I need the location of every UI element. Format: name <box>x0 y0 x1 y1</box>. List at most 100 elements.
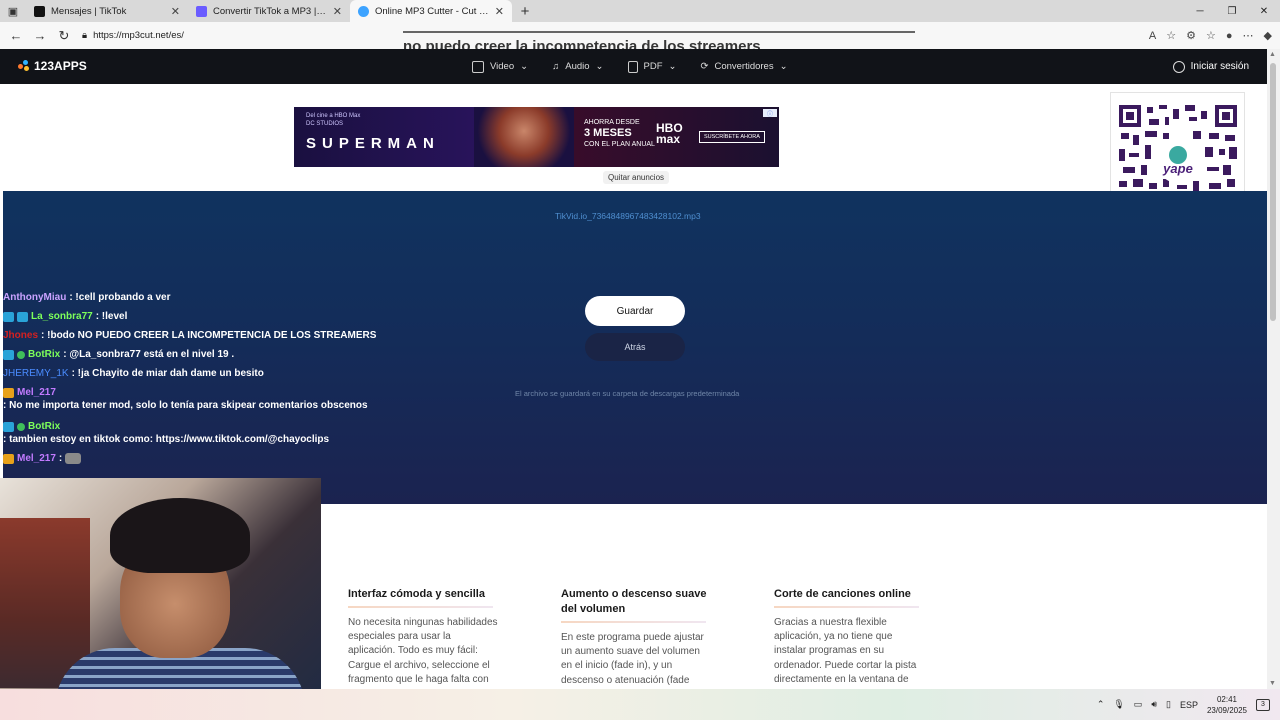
ad-cta-button[interactable]: SUSCRÍBETE AHORA <box>699 131 765 143</box>
back-button[interactable]: Atrás <box>585 333 685 361</box>
restore-icon[interactable]: ❐ <box>1216 0 1248 22</box>
badge-icon <box>3 349 14 360</box>
page-scrollbar[interactable]: ▲ ▼ <box>1267 49 1280 689</box>
browser-toolbar: A ☆ ⚙ ☆ ● ⋯ ◆ <box>1149 22 1272 49</box>
notification-icon[interactable]: 3 <box>1256 698 1270 711</box>
feature-title: Interfaz cómoda y sencilla <box>348 588 485 600</box>
webcam-person-hair <box>110 498 250 573</box>
scrollbar-thumb[interactable] <box>1270 63 1276 321</box>
language-indicator[interactable]: ESP <box>1180 700 1198 710</box>
volume-icon[interactable]: 🔊︎ <box>1151 699 1157 710</box>
save-button[interactable]: Guardar <box>585 296 685 326</box>
ad-area: Del cine a HBO Max DC STUDIOS SUPERMAN A… <box>0 84 1267 191</box>
chat-username: JHEREMY_1K <box>3 368 69 379</box>
back-icon[interactable]: ← <box>4 24 28 48</box>
chat-message: BotRix : tambien estoy en tiktok como: h… <box>3 420 388 446</box>
chat-message: BotRix : @La_sonbra77 está en el nivel 1… <box>3 348 388 361</box>
profile-avatar-icon[interactable]: ● <box>1226 30 1233 42</box>
feature-divider <box>348 606 493 608</box>
chat-text: : !ja Chayito de miar dah dame un besito <box>71 368 264 379</box>
microphone-icon[interactable]: 🎙︎ <box>1113 699 1124 710</box>
battery-icon[interactable]: ▯ <box>1166 699 1171 710</box>
url-field[interactable]: 🔒︎ https://mp3cut.net/es/ <box>82 26 184 46</box>
feature-card: Corte de canciones online Gracias a nues… <box>774 587 924 687</box>
badge-icon <box>3 311 14 322</box>
nav-item-pdf[interactable]: PDF ⌄ <box>627 60 676 73</box>
chevron-down-icon: ⌄ <box>595 61 604 72</box>
nav-item-converters[interactable]: ⟳ Convertidores ⌄ <box>700 61 787 72</box>
extensions-icon[interactable]: ⚙ <box>1186 29 1196 42</box>
close-tab-icon[interactable]: ✕ <box>495 5 504 18</box>
nav-item-audio[interactable]: ♫ Audio ⌄ <box>552 61 603 72</box>
feature-title: Corte de canciones online <box>774 588 911 600</box>
feature-card: Interfaz cómoda y sencilla No necesita n… <box>348 587 498 687</box>
chat-text: : !level <box>95 311 128 322</box>
ad-info-icon[interactable]: ⓘ <box>763 109 777 118</box>
close-tab-icon[interactable]: ✕ <box>333 5 342 18</box>
stream-chat: AnthonyMiau : !cell probando a ver La_so… <box>3 291 388 471</box>
lock-icon: 🔒︎ <box>82 30 88 41</box>
system-tray: ⌃ 🎙︎ ▭ 🔊︎ ▯ ESP 02:41 23/09/2025 3 <box>1097 689 1270 720</box>
badge-icon <box>3 421 14 432</box>
tab-actions-icon[interactable]: ▣ <box>0 0 26 22</box>
ad-offer-line2: CON EL PLAN ANUAL <box>584 140 655 148</box>
scroll-up-icon[interactable]: ▲ <box>1269 51 1276 58</box>
favorite-star-icon[interactable]: ☆ <box>1166 29 1176 42</box>
close-window-icon[interactable]: ✕ <box>1248 0 1280 22</box>
chat-text: : tambien estoy en tiktok como: https://… <box>3 434 330 445</box>
chat-username: La_sonbra77 <box>31 311 93 322</box>
remove-ads-link[interactable]: Quitar anuncios <box>603 171 670 184</box>
crown-badge-icon <box>3 453 14 464</box>
chat-username: BotRix <box>28 349 61 360</box>
download-favicon-icon <box>196 5 207 17</box>
scroll-down-icon[interactable]: ▼ <box>1269 680 1276 687</box>
feature-text: Gracias a nuestra flexible aplicación, y… <box>774 617 917 685</box>
chat-message: Mel_217 : No me importa tener mod, solo … <box>3 386 388 412</box>
close-tab-icon[interactable]: ✕ <box>171 5 180 18</box>
emote-icon <box>65 453 82 464</box>
copilot-icon[interactable]: ◆ <box>1264 29 1272 42</box>
advertisement-banner[interactable]: Del cine a HBO Max DC STUDIOS SUPERMAN A… <box>294 107 779 167</box>
main-nav: Video ⌄ ♫ Audio ⌄ PDF ⌄ ⟳ Convertidores … <box>472 49 788 84</box>
nav-label: Audio <box>565 61 590 72</box>
minimize-icon[interactable]: ─ <box>1184 0 1216 22</box>
browser-tab-converter[interactable]: Convertir TikTok a MP3 | Descarg ✕ <box>188 0 350 22</box>
stream-progress-bar <box>403 31 915 33</box>
read-aloud-icon[interactable]: A <box>1149 30 1156 42</box>
site-logo[interactable]: 123APPS <box>18 59 87 73</box>
collections-icon[interactable]: ☆ <box>1206 29 1216 42</box>
logo-text: 123APPS <box>34 59 87 73</box>
feature-divider <box>561 621 706 623</box>
ad-top-text: Del cine a HBO Max <box>306 113 361 119</box>
clock-time: 02:41 <box>1216 694 1237 704</box>
refresh-icon[interactable]: ↻ <box>52 24 76 48</box>
browser-tab-mp3cut[interactable]: Online MP3 Cutter - Cut Songs, M ✕ <box>350 0 512 22</box>
nav-label: Video <box>490 61 515 72</box>
new-tab-button[interactable]: + <box>512 0 538 22</box>
login-button[interactable]: Iniciar sesión <box>1172 49 1249 84</box>
feature-text: En este programa puede ajustar un aument… <box>561 632 704 686</box>
chevron-up-icon[interactable]: ⌃ <box>1097 699 1105 710</box>
chat-username: Mel_217 <box>17 453 56 464</box>
chat-message: La_sonbra77 : !level <box>3 310 388 323</box>
verified-badge-icon <box>17 350 25 359</box>
ad-offer-line1: AHORRA DESDE <box>584 119 640 126</box>
chat-username: AnthonyMiau <box>3 292 67 303</box>
clock[interactable]: 02:41 23/09/2025 <box>1207 694 1247 716</box>
ad-offer: AHORRA DESDE 3 MESES CON EL PLAN ANUAL <box>584 119 655 149</box>
chat-message: AnthonyMiau : !cell probando a ver <box>3 291 388 304</box>
chat-text: : !bodo NO PUEDO CREER LA INCOMPETENCIA … <box>41 330 377 341</box>
network-icon[interactable]: ▭ <box>1134 699 1143 710</box>
more-options-icon[interactable]: ⋯ <box>1243 29 1254 42</box>
feature-text: No necesita ningunas habilidades especia… <box>348 617 498 685</box>
ad-offer-big: 3 MESES <box>584 127 632 140</box>
forward-icon[interactable]: → <box>28 24 52 48</box>
browser-tab-tiktok[interactable]: Mensajes | TikTok ✕ <box>26 0 188 22</box>
video-icon <box>472 60 484 73</box>
window-controls: ─ ❐ ✕ <box>1184 0 1280 22</box>
browser-tab-strip: ▣ Mensajes | TikTok ✕ Convertir TikTok a… <box>0 0 1280 22</box>
document-icon <box>627 60 638 73</box>
nav-label: Convertidores <box>714 61 774 72</box>
music-note-icon: ♫ <box>552 61 560 72</box>
nav-item-video[interactable]: Video ⌄ <box>472 60 528 73</box>
